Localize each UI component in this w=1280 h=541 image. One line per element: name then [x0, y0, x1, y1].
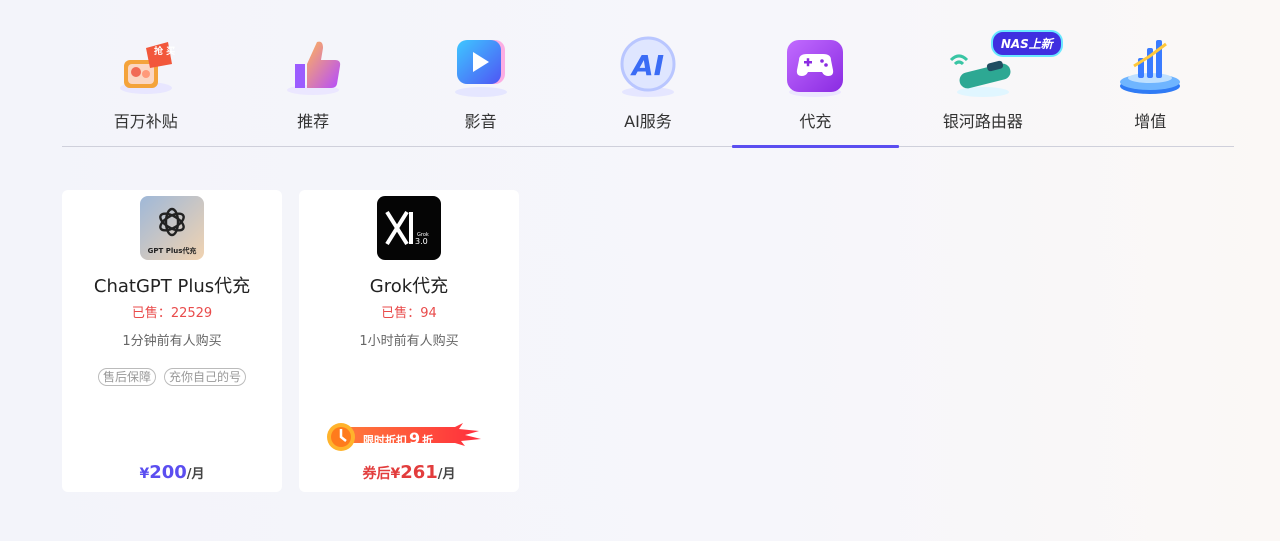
chatgpt-logo-icon: GPT Plus代充: [140, 196, 204, 260]
tab-label: 百万补贴: [113, 112, 178, 131]
recent-purchase: 1分钟前有人购买: [122, 334, 222, 349]
discount-banner: 限时折扣 9 折: [325, 418, 483, 456]
discount-text: 限时折扣 9 折: [363, 429, 433, 448]
new-badge: NAS上新: [990, 30, 1063, 57]
tab-media[interactable]: 影音: [397, 30, 564, 146]
sold-value: 22529: [170, 306, 213, 321]
tab-label: 代充: [799, 112, 832, 131]
ai-icon: AI: [608, 30, 688, 102]
tag-after-sales: 售后保障: [97, 368, 156, 386]
price: 券后¥261/月: [299, 462, 519, 483]
discount-value: 9: [409, 429, 421, 448]
product-title: ChatGPT Plus代充: [93, 276, 251, 297]
sold-count: 已售：22529: [132, 306, 212, 322]
tab-ai-service[interactable]: AI AI服务: [564, 30, 731, 146]
play-icon: [441, 30, 521, 102]
tag-own-account: 充你自己的号: [164, 368, 247, 386]
tab-label: 增值: [1134, 112, 1167, 131]
price-unit: /月: [437, 467, 456, 482]
sold-value: 94: [420, 306, 437, 321]
tab-recommend[interactable]: 推荐: [229, 30, 396, 146]
svg-text:AI: AI: [630, 49, 664, 82]
tab-million-subsidy[interactable]: 抢 买 百万补贴: [62, 30, 229, 146]
product-card-chatgpt[interactable]: GPT Plus代充 ChatGPT Plus代充 已售：22529 1分钟前有…: [62, 190, 282, 492]
sold-label: 已售：: [131, 306, 171, 321]
promo-badge-text: 抢 买: [154, 45, 175, 57]
category-tabs: 抢 买 百万补贴 推荐 影音 AI AI服务 代充 NAS上新 银河路由器 增值: [62, 30, 1234, 148]
discount-unit: 折: [422, 434, 434, 447]
recent-purchase: 1小时前有人购买: [359, 334, 459, 349]
product-card-grok[interactable]: Grok 3.0 Grok代充 已售：94 1小时前有人购买 限时折扣 9 折 …: [299, 190, 519, 492]
gamepad-icon: [775, 30, 855, 102]
currency-symbol: ¥: [390, 466, 401, 482]
price: ¥200/月: [62, 462, 282, 483]
product-list: GPT Plus代充 ChatGPT Plus代充 已售：22529 1分钟前有…: [62, 190, 519, 492]
bar-chart-icon: [1110, 30, 1190, 102]
price-amount: 200: [149, 462, 187, 483]
price-amount: 261: [400, 462, 438, 483]
gift-basket-icon: 抢 买: [106, 30, 186, 102]
sold-label: 已售：: [381, 306, 421, 321]
tab-top-up[interactable]: 代充: [731, 30, 900, 148]
tab-label: AI服务: [624, 112, 672, 131]
price-unit: /月: [186, 467, 205, 482]
tag-list: 售后保障 充你自己的号: [97, 368, 247, 386]
logo-version: 3.0: [415, 237, 428, 246]
logo-caption: GPT Plus代充: [148, 246, 197, 255]
tab-label: 影音: [464, 112, 497, 131]
tab-galaxy-router[interactable]: NAS上新 银河路由器: [899, 30, 1066, 146]
sold-count: 已售：94: [381, 306, 437, 322]
discount-label: 限时折扣: [363, 434, 407, 447]
tab-value-added[interactable]: 增值: [1067, 30, 1234, 146]
currency-symbol: ¥: [139, 466, 150, 482]
tab-label: 推荐: [297, 112, 330, 131]
product-title: Grok代充: [369, 276, 449, 297]
thumbs-up-icon: [273, 30, 353, 102]
coupon-prefix: 券后: [362, 466, 391, 482]
tab-label: 银河路由器: [942, 112, 1023, 131]
grok-logo-icon: Grok 3.0: [377, 196, 441, 260]
